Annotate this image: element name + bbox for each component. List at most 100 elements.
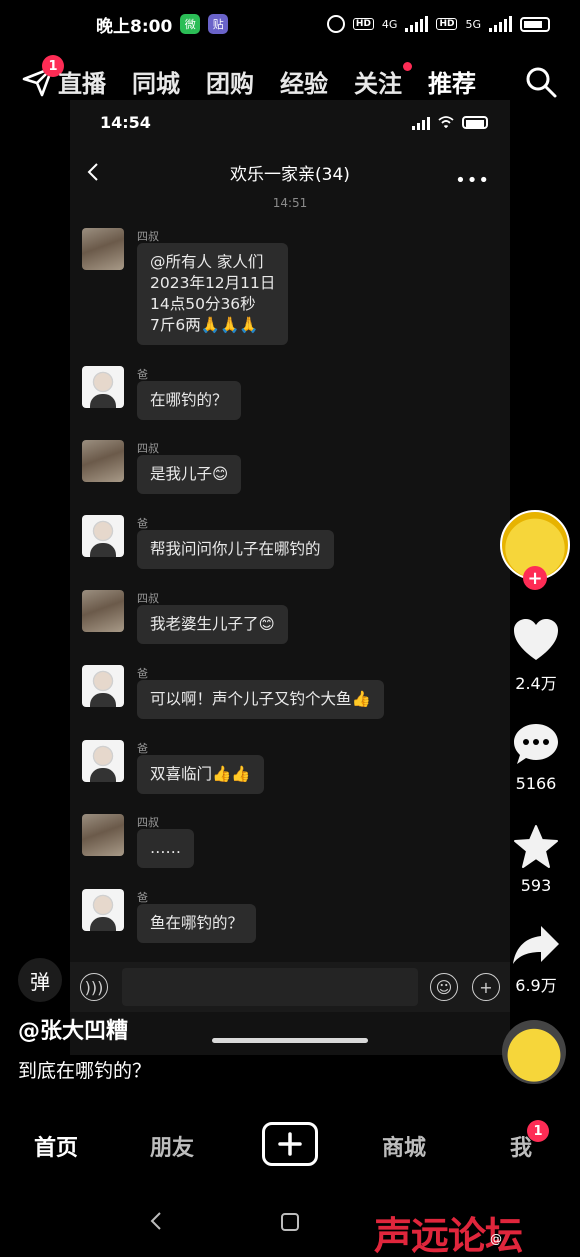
avatar[interactable]: [82, 590, 124, 632]
more-options-icon[interactable]: •••: [455, 170, 490, 191]
battery-icon: [520, 16, 550, 32]
bottom-nav: 首页 朋友 商城 我 1: [0, 1110, 580, 1180]
author-name[interactable]: @张大凹糟: [18, 1013, 128, 1045]
avatar[interactable]: [82, 440, 124, 482]
message-bubble[interactable]: 鱼在哪钓的？: [137, 904, 257, 943]
avatar[interactable]: [82, 228, 124, 270]
nav-home[interactable]: 首页: [34, 1130, 78, 1162]
sender-name: 四叔: [137, 442, 159, 455]
forum-watermark: 声远论坛: [374, 1214, 523, 1257]
tab-following-label: 关注: [354, 69, 402, 98]
home-icon[interactable]: [280, 1212, 300, 1232]
sender-name: 四叔: [137, 230, 159, 243]
sender-name: 爸: [137, 368, 148, 381]
message-bubble[interactable]: 帮我问问你儿子在哪钓的: [137, 530, 334, 569]
avatar[interactable]: [82, 740, 124, 782]
message-item: 爸 可以啊！声个儿子又钓个大鱼👍: [82, 665, 384, 719]
chat-status-indicators: [412, 114, 488, 130]
avatar[interactable]: [82, 366, 124, 408]
tieba-notification-icon: 贴: [208, 14, 229, 34]
sender-name: 爸: [137, 891, 148, 904]
back-icon[interactable]: [148, 1211, 164, 1231]
comment-button[interactable]: 5166: [498, 722, 574, 793]
favorite-count: 593: [520, 876, 552, 895]
sender-name: 四叔: [137, 592, 159, 605]
message-input[interactable]: [122, 968, 418, 1006]
home-indicator: [212, 1038, 368, 1043]
tab-experience[interactable]: 经验: [280, 64, 328, 99]
message-item: 爸 在哪钓的？: [82, 366, 241, 420]
network-type: 4G: [381, 17, 398, 31]
chat-status-bar: 14:54: [70, 100, 510, 144]
network-type-2: 5G: [465, 17, 481, 31]
chat-title: 欢乐一家亲(34): [230, 164, 350, 185]
chat-screenshot: 14:54 欢乐一家亲(34) ••• 14:51 四叔 @所有人 家人们 20…: [70, 100, 510, 1055]
message-item: 爸 双喜临门👍👍: [82, 740, 264, 794]
chat-status-time: 14:54: [100, 112, 151, 132]
tab-local[interactable]: 同城: [132, 64, 180, 99]
signal-icon-2: [489, 16, 512, 32]
nav-mall[interactable]: 商城: [382, 1130, 426, 1162]
follow-plus-icon[interactable]: +: [523, 566, 547, 590]
status-indicators: HD 4G HD 5G: [326, 15, 550, 33]
tab-recommend[interactable]: 推荐: [428, 64, 476, 111]
tab-following[interactable]: 关注: [354, 61, 412, 99]
comment-count: 5166: [515, 774, 557, 793]
favorite-button[interactable]: 593: [498, 824, 574, 895]
share-button[interactable]: 6.9万: [498, 924, 574, 996]
voice-icon[interactable]: ))): [80, 973, 108, 1001]
nav-friends[interactable]: 朋友: [150, 1130, 194, 1162]
heart-icon: [514, 619, 558, 660]
message-bubble[interactable]: 可以啊！声个儿子又钓个大鱼👍: [137, 680, 384, 719]
status-time: 晚上8:00: [96, 16, 173, 37]
watermark-handle: @: [490, 1232, 502, 1246]
hd-badge: HD: [352, 18, 374, 30]
message-bubble[interactable]: 是我儿子😊: [137, 455, 242, 494]
add-attachment-icon[interactable]: +: [472, 973, 500, 1001]
message-item: 四叔 ……: [82, 814, 194, 868]
plus-icon: [278, 1132, 302, 1156]
message-item: 爸 帮我问问你儿子在哪钓的: [82, 515, 334, 569]
message-item: 四叔 我老婆生儿子了😊: [82, 590, 288, 644]
avatar[interactable]: [82, 665, 124, 707]
tab-live[interactable]: 直播: [58, 64, 106, 99]
avatar[interactable]: [82, 814, 124, 856]
sender-name: 四叔: [137, 816, 159, 829]
tab-group-buy[interactable]: 团购: [206, 64, 254, 99]
signal-icon: [405, 16, 429, 32]
sender-name: 爸: [137, 742, 148, 755]
message-bubble[interactable]: ……: [137, 829, 194, 868]
system-status-bar: 晚上8:00 微 贴 HD 4G HD 5G: [0, 0, 580, 48]
comment-icon: [514, 724, 558, 764]
wechat-notification-icon: 微: [180, 14, 201, 34]
sender-name: 爸: [137, 517, 148, 530]
me-badge: 1: [527, 1120, 549, 1142]
create-button[interactable]: [262, 1122, 318, 1166]
message-item: 四叔 是我儿子😊: [82, 440, 242, 494]
message-bubble[interactable]: @所有人 家人们 2023年12月11日 14点50分36秒 7斤6两🙏🙏🙏: [137, 243, 289, 345]
avatar[interactable]: [82, 515, 124, 557]
message-bubble[interactable]: 我老婆生儿子了😊: [137, 605, 288, 644]
wifi-icon: [438, 116, 454, 128]
music-disc[interactable]: [502, 1020, 566, 1084]
chat-signal-icon: [412, 114, 430, 130]
emoji-icon[interactable]: ☺: [430, 973, 458, 1001]
chat-header: 欢乐一家亲(34) •••: [70, 144, 510, 200]
back-arrow-icon[interactable]: [86, 162, 100, 182]
message-bubble[interactable]: 双喜临门👍👍: [137, 755, 264, 794]
like-button[interactable]: 2.4万: [498, 618, 574, 694]
following-dot: [403, 61, 412, 71]
message-bubble[interactable]: 在哪钓的？: [137, 381, 241, 420]
video-caption: 到底在哪钓的？: [18, 1060, 152, 1082]
message-item: 四叔 @所有人 家人们 2023年12月11日 14点50分36秒 7斤6两🙏🙏…: [82, 228, 289, 345]
like-count: 2.4万: [515, 674, 557, 693]
share-arrow-icon: [513, 926, 559, 964]
chat-input-bar: ))) ☺ +: [70, 962, 510, 1012]
danmu-button[interactable]: 弹: [18, 958, 62, 1002]
share-count: 6.9万: [515, 976, 557, 995]
avatar[interactable]: [82, 889, 124, 931]
chat-battery-icon: [462, 115, 488, 129]
message-item: 爸 鱼在哪钓的？: [82, 889, 257, 943]
hd-badge-2: HD: [436, 18, 458, 30]
search-icon[interactable]: [524, 65, 558, 99]
